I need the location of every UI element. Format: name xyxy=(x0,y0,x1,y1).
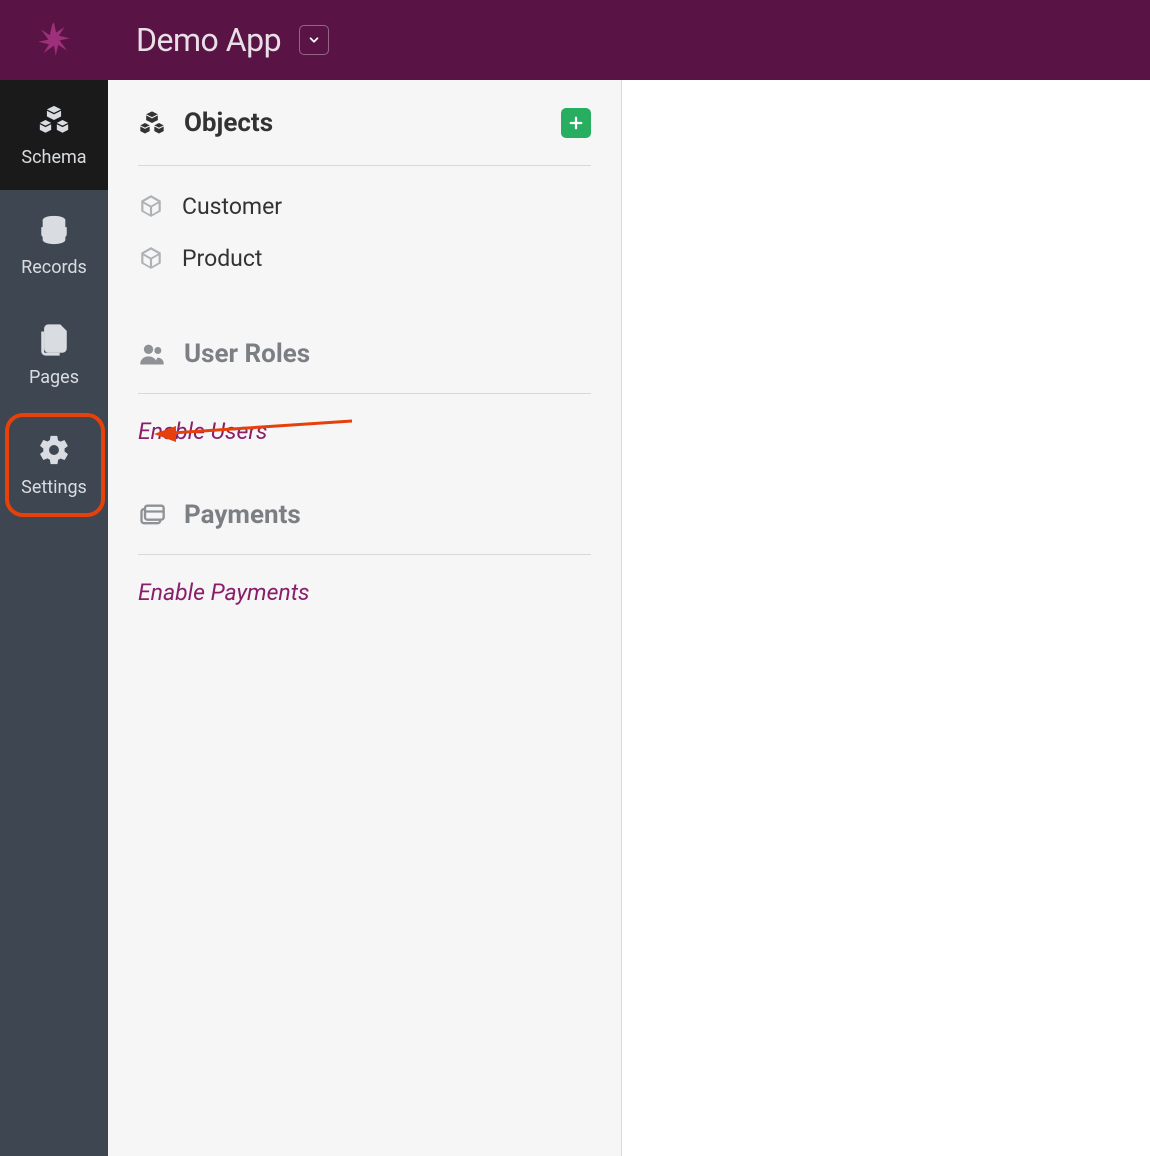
enable-users-row: Enable Users xyxy=(138,394,591,475)
cubes-icon xyxy=(37,103,71,137)
main-area: Schema Records Pages xyxy=(0,80,1150,1156)
objects-list: Customer Product xyxy=(138,166,591,314)
chevron-down-icon xyxy=(307,33,321,47)
enable-payments-row: Enable Payments xyxy=(138,555,591,636)
logo-asterisk-icon xyxy=(33,19,75,61)
objects-header: Objects xyxy=(138,80,591,166)
rail-item-records[interactable]: Records xyxy=(0,190,108,300)
schema-panel: Objects Customer Product xyxy=(108,80,622,1156)
content-canvas xyxy=(622,80,1150,1156)
enable-payments-link[interactable]: Enable Payments xyxy=(138,579,310,606)
users-icon xyxy=(138,340,166,368)
rail-item-schema[interactable]: Schema xyxy=(0,80,108,190)
enable-users-link[interactable]: Enable Users xyxy=(138,418,267,445)
left-rail: Schema Records Pages xyxy=(0,80,108,1156)
object-item-product[interactable]: Product xyxy=(138,232,591,284)
user-roles-section: User Roles Enable Users xyxy=(138,314,591,475)
app-dropdown-button[interactable] xyxy=(299,25,329,55)
rail-label-schema: Schema xyxy=(21,147,86,168)
payments-section: Payments Enable Payments xyxy=(138,475,591,636)
user-roles-title: User Roles xyxy=(184,339,310,369)
cube-icon xyxy=(138,193,164,219)
rail-label-settings: Settings xyxy=(21,477,87,498)
payments-header: Payments xyxy=(138,475,591,555)
payments-icon xyxy=(138,501,166,529)
cube-icon xyxy=(138,245,164,271)
rail-item-pages[interactable]: Pages xyxy=(0,300,108,410)
title-cell: Demo App xyxy=(108,0,1150,80)
plus-icon xyxy=(567,114,585,132)
object-item-label: Customer xyxy=(182,193,282,220)
objects-section: Objects Customer Product xyxy=(138,80,591,314)
topbar: Demo App xyxy=(0,0,1150,80)
rail-item-settings[interactable]: Settings xyxy=(0,410,108,520)
rail-label-records: Records xyxy=(21,257,87,278)
object-item-label: Product xyxy=(182,245,262,272)
app-title: Demo App xyxy=(136,21,281,59)
payments-title: Payments xyxy=(184,500,301,530)
rail-label-pages: Pages xyxy=(29,367,79,388)
database-icon xyxy=(37,213,71,247)
objects-title: Objects xyxy=(184,108,273,138)
logo-cell xyxy=(0,0,108,80)
pages-icon xyxy=(37,323,71,357)
cubes-icon xyxy=(138,109,166,137)
gear-icon xyxy=(37,433,71,467)
add-object-button[interactable] xyxy=(561,108,591,138)
object-item-customer[interactable]: Customer xyxy=(138,180,591,232)
user-roles-header: User Roles xyxy=(138,314,591,394)
